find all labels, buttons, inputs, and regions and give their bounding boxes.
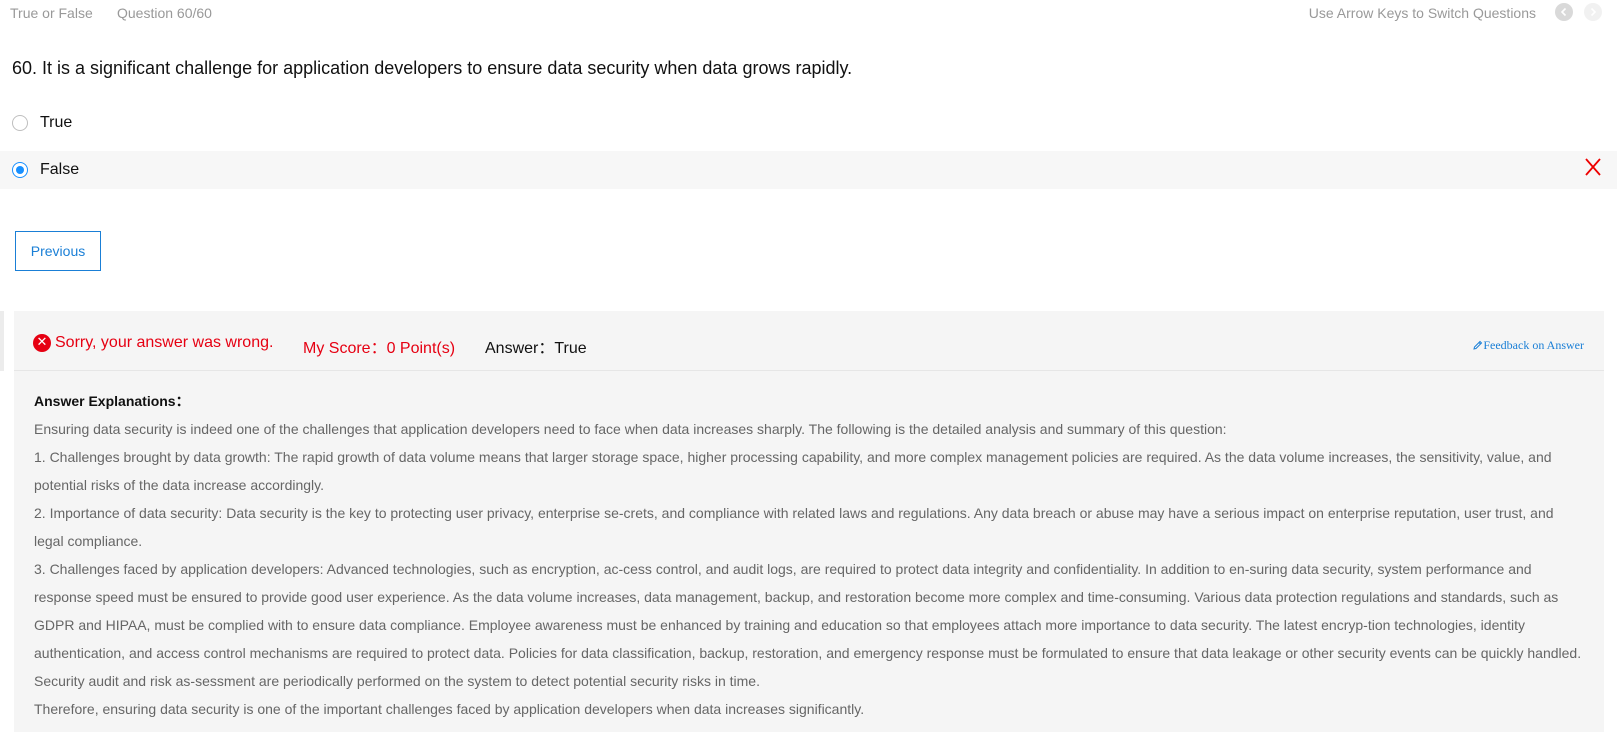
question-text: 60. It is a significant challenge for ap… bbox=[12, 58, 853, 78]
option-false[interactable]: False bbox=[0, 151, 1617, 189]
question-type-label: True or False bbox=[10, 5, 93, 21]
result-panel: ✕ Sorry, your answer was wrong. My Score… bbox=[14, 311, 1604, 732]
correct-answer-text: Answer：True bbox=[485, 340, 587, 357]
wrong-answer-icon bbox=[1585, 157, 1605, 179]
explanation-paragraph: 3. Challenges faced by application devel… bbox=[34, 561, 1582, 689]
previous-button[interactable]: Previous bbox=[15, 231, 101, 271]
radio-true[interactable] bbox=[12, 115, 28, 131]
feedback-link-label[interactable]: Feedback on Answer bbox=[1483, 338, 1584, 352]
result-status: Sorry, your answer was wrong. bbox=[55, 334, 274, 351]
score-text: My Score：0 Point(s) bbox=[303, 340, 456, 357]
explanation-paragraph: 1. Challenges brought by data growth: Th… bbox=[34, 449, 1552, 493]
chevron-right-icon[interactable] bbox=[1584, 3, 1602, 21]
question-header: True or False Question 60/60 Use Arrow K… bbox=[0, 0, 1617, 26]
question-counter: Question 60/60 bbox=[117, 5, 212, 21]
panel-edge bbox=[0, 311, 4, 371]
option-label: False bbox=[40, 161, 80, 178]
explanation-paragraph: Ensuring data security is indeed one of … bbox=[34, 421, 1227, 437]
navigation-hint: Use Arrow Keys to Switch Questions bbox=[1308, 5, 1536, 21]
explanation-title: Answer Explanations： bbox=[34, 393, 190, 409]
radio-false[interactable] bbox=[12, 162, 28, 178]
feedback-link[interactable]: Feedback on Answer bbox=[1473, 338, 1584, 353]
answer-explanations: Answer Explanations： Ensuring data secur… bbox=[34, 387, 1584, 723]
explanation-paragraph: Therefore, ensuring data security is one… bbox=[34, 701, 865, 717]
option-true[interactable]: True bbox=[0, 104, 1617, 142]
chevron-left-icon[interactable] bbox=[1555, 3, 1573, 21]
result-header: ✕ Sorry, your answer was wrong. My Score… bbox=[14, 311, 1604, 371]
option-label: True bbox=[40, 114, 73, 131]
explanation-paragraph: 2. Importance of data security: Data sec… bbox=[34, 505, 1554, 549]
edit-icon bbox=[1473, 340, 1483, 350]
error-icon: ✕ bbox=[33, 334, 51, 352]
